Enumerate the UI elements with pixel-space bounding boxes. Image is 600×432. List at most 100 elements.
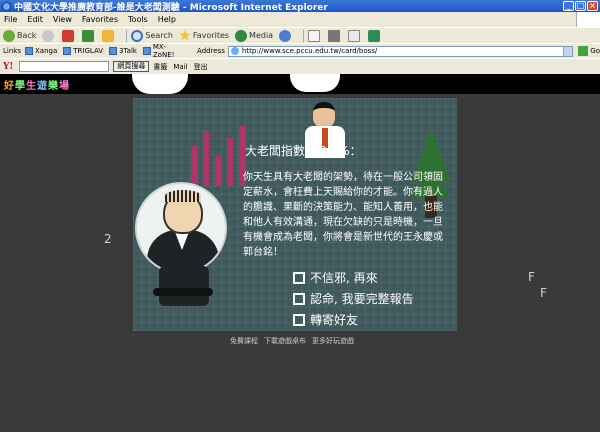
menu-file[interactable]: File xyxy=(4,15,17,24)
search-label: Search xyxy=(145,31,173,40)
page-icon xyxy=(109,47,118,55)
result-title: 大老闆指數 xyxy=(245,144,306,158)
star-icon xyxy=(179,29,191,41)
search-icon xyxy=(131,29,144,42)
yahoo-bookmarks[interactable]: 書籤 xyxy=(153,62,167,72)
site-brand[interactable]: 好學生遊樂場 xyxy=(4,77,70,92)
page-icon xyxy=(63,47,72,55)
link-label: TRIGLAV xyxy=(73,47,104,55)
go-button[interactable]: Go xyxy=(578,46,600,56)
address-label: Address xyxy=(197,47,225,55)
footer-free-courses-link[interactable]: 免費課程 xyxy=(230,336,258,346)
link-triglav[interactable]: TRIGLAV xyxy=(63,47,103,55)
checkbox-icon[interactable] xyxy=(293,313,305,326)
yahoo-logo[interactable]: Y! xyxy=(3,62,13,72)
brand-char: 好 xyxy=(4,81,15,92)
page-content: 好學生遊樂場 2 2 F F xyxy=(0,74,600,432)
back-arrow-icon xyxy=(3,29,15,42)
window-controls: _ □ × xyxy=(563,1,598,11)
worker-face xyxy=(313,102,335,128)
checkbox-icon[interactable] xyxy=(293,271,305,284)
printer-icon xyxy=(328,29,341,42)
close-button[interactable]: × xyxy=(587,1,598,11)
menu-view[interactable]: View xyxy=(53,15,72,24)
window-title-bar: 中國文化大學推廣教育部-誰是大老闆測驗 - Microsoft Internet… xyxy=(0,0,600,13)
menu-help[interactable]: Help xyxy=(158,15,176,24)
result-score: 84 %： xyxy=(319,144,362,158)
footer-download-wallpaper-link[interactable]: 下載遊戲桌布 xyxy=(264,336,306,346)
back-label: Back xyxy=(17,31,37,40)
boss-hair xyxy=(165,190,201,202)
address-input[interactable]: http://www.sce.pccu.edu.tw/card/boss/ xyxy=(227,45,565,57)
yahoo-toolbar: Y! 網頁搜尋 書籤 Mail 登出 xyxy=(0,58,600,74)
home-button[interactable] xyxy=(102,29,116,42)
link-mx-zone[interactable]: MX-ZoNE! xyxy=(142,43,187,59)
link-label: Xanga xyxy=(34,47,58,55)
stop-button[interactable] xyxy=(62,29,76,42)
yahoo-mail[interactable]: Mail xyxy=(173,63,187,71)
menu-tools[interactable]: Tools xyxy=(128,15,148,24)
mail-icon xyxy=(308,29,321,42)
wall-chart-illustration xyxy=(191,126,251,186)
messenger-button[interactable] xyxy=(368,29,382,42)
address-value: http://www.sce.pccu.edu.tw/card/boss/ xyxy=(241,47,378,55)
link-xanga[interactable]: Xanga xyxy=(24,47,58,55)
chart-bar xyxy=(227,138,233,186)
ie-logo-icon xyxy=(2,1,11,11)
full-report-option[interactable]: 認命, 我要完整報告 xyxy=(293,290,414,307)
go-arrow-icon xyxy=(578,46,589,56)
favorites-button[interactable]: Favorites xyxy=(179,29,230,42)
stray-label: F xyxy=(540,286,547,300)
go-label: Go xyxy=(590,47,600,55)
checkbox-icon[interactable] xyxy=(293,292,305,305)
boss-legs xyxy=(159,266,209,306)
toolbar-separator xyxy=(303,29,305,42)
home-icon xyxy=(102,29,115,42)
standard-toolbar: Back Search Favorites Media xyxy=(0,27,600,43)
link-3talk[interactable]: 3Talk xyxy=(109,47,137,55)
page-icon xyxy=(142,47,151,55)
option-label: 不信邪, 再來 xyxy=(310,271,378,285)
stray-label: F xyxy=(528,270,535,284)
forward-friend-option[interactable]: 轉寄好友 xyxy=(293,311,414,328)
stop-icon xyxy=(62,29,75,42)
yahoo-web-search-button[interactable]: 網頁搜尋 xyxy=(113,61,150,72)
chart-bar xyxy=(215,156,221,186)
media-button[interactable]: Media xyxy=(235,29,274,42)
back-button[interactable]: Back xyxy=(3,29,37,42)
ie-page-icon xyxy=(230,47,239,55)
menu-favorites[interactable]: Favorites xyxy=(82,15,118,24)
link-label: MX-ZoNE! xyxy=(152,43,175,59)
media-label: Media xyxy=(249,31,274,40)
menu-edit[interactable]: Edit xyxy=(27,15,43,24)
option-label: 轉寄好友 xyxy=(310,313,359,327)
windows-logo-icon xyxy=(576,12,600,27)
forward-button[interactable] xyxy=(42,29,56,42)
yahoo-signout[interactable]: 登出 xyxy=(194,62,208,72)
footer-more-games-link[interactable]: 更多好玩遊戲 xyxy=(312,336,354,346)
maximize-button[interactable]: □ xyxy=(575,1,586,11)
chart-bar xyxy=(191,146,197,186)
boss-quiz-result: 大老闆指數 84 %： 你天生具有大老闆的架勢，待在一般公司領固定薪水，會枉費上… xyxy=(133,98,457,331)
edit-button[interactable] xyxy=(348,29,362,42)
link-label: 3Talk xyxy=(119,47,137,55)
refresh-button[interactable] xyxy=(82,29,96,42)
history-button[interactable] xyxy=(279,29,293,42)
boss-avatar xyxy=(135,182,227,274)
media-icon xyxy=(235,29,248,42)
brand-char: 學 xyxy=(15,81,26,92)
favorites-label: Favorites xyxy=(192,31,230,40)
print-button[interactable] xyxy=(328,29,342,42)
mail-button[interactable] xyxy=(308,29,322,42)
yahoo-search-input[interactable] xyxy=(19,61,110,72)
retry-option[interactable]: 不信邪, 再來 xyxy=(293,269,414,286)
search-button[interactable]: Search xyxy=(131,29,173,42)
brand-char: 生 xyxy=(26,81,37,92)
result-options: 不信邪, 再來 認命, 我要完整報告 轉寄好友 xyxy=(293,269,414,328)
chart-bar xyxy=(203,131,209,186)
address-links-bar: Links Xanga TRIGLAV 3Talk MX-ZoNE! Addre… xyxy=(0,43,600,59)
address-dropdown-button[interactable] xyxy=(563,45,574,57)
history-icon xyxy=(279,29,292,42)
minimize-button[interactable]: _ xyxy=(563,1,574,11)
brand-char: 樂 xyxy=(48,81,59,92)
